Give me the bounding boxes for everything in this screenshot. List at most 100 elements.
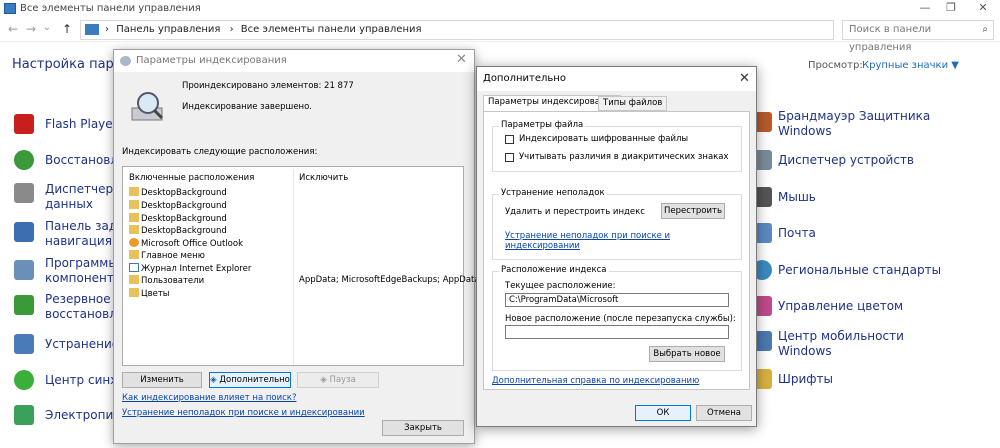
cp-item-programs[interactable]: Программы компоненты <box>45 256 123 286</box>
folder-icon <box>129 213 139 222</box>
search-icon[interactable]: ⌕ <box>982 21 988 39</box>
close-button[interactable]: Закрыть <box>382 420 464 436</box>
indexing-status: Индексирование завершено. <box>182 102 313 112</box>
file-settings-group: Параметры файла Индексировать шифрованны… <box>492 120 742 172</box>
folder-icon <box>129 187 139 196</box>
dialog-titlebar: Дополнительно <box>477 67 756 91</box>
new-location-field[interactable] <box>505 325 729 339</box>
advanced-button[interactable]: ◈ Дополнительно <box>209 372 291 388</box>
index-location-group: Расположение индекса Текущее расположени… <box>492 265 742 371</box>
close-icon[interactable]: ✕ <box>456 52 467 67</box>
current-location-field: C:\ProgramData\Microsoft <box>505 293 729 307</box>
col-header-exclude: Исключить <box>299 173 349 183</box>
group-label: Расположение индекса <box>499 265 609 275</box>
sync-center-icon <box>14 370 34 390</box>
list-item[interactable]: Microsoft Office Outlook <box>129 238 243 250</box>
breadcrumb-sep: › <box>229 24 234 35</box>
control-panel-icon <box>4 3 16 14</box>
diacritics-label: Учитывать различия в диакритических знак… <box>519 152 729 162</box>
rebuild-button[interactable]: Перестроить <box>661 203 725 219</box>
new-location-label: Новое расположение (после перезапуска сл… <box>505 314 736 324</box>
maximize-button[interactable]: ❐ <box>936 0 966 18</box>
folder-icon <box>129 275 139 284</box>
cp-item-fonts[interactable]: Шрифты <box>778 372 833 387</box>
recovery-icon <box>14 150 34 170</box>
column-divider <box>293 169 294 365</box>
forward-icon[interactable]: → <box>24 22 38 36</box>
troubleshoot-link[interactable]: Устранение неполадок при поиске и индекс… <box>122 408 365 418</box>
indexed-count: Проиндексировано элементов: 21 877 <box>182 81 354 91</box>
exclude-value: AppData; MicrosoftEdgeBackups; AppData <box>299 275 480 285</box>
recent-dropdown-icon[interactable]: ⌄ <box>40 22 54 33</box>
close-icon[interactable]: ✕ <box>739 71 750 86</box>
window-titlebar: Все элементы панели управления — ❐ ✕ <box>0 0 1000 18</box>
list-item[interactable]: Главное меню <box>129 250 205 262</box>
close-window-button[interactable]: ✕ <box>968 0 998 18</box>
current-location-label: Текущее расположение: <box>505 281 616 291</box>
programs-icon <box>14 260 34 280</box>
diacritics-checkbox[interactable] <box>505 153 514 162</box>
advanced-options-dialog: Дополнительно ✕ Параметры индексирования… <box>476 66 757 427</box>
search-input[interactable]: Поиск в панели управления ⌕ <box>842 20 994 53</box>
how-indexing-affects-link[interactable]: Как индексирование влияет на поиск? <box>122 393 296 403</box>
folder-icon <box>129 200 139 209</box>
modify-button[interactable]: Изменить <box>122 372 202 388</box>
list-item[interactable]: DesktopBackground <box>129 200 227 212</box>
history-icon <box>129 263 139 272</box>
select-new-button[interactable]: Выбрать новое <box>649 346 725 362</box>
back-icon[interactable]: ← <box>6 22 20 36</box>
ok-button[interactable]: ОК <box>635 405 691 421</box>
dialog-title: Дополнительно <box>483 73 566 84</box>
cancel-button[interactable]: Отмена <box>696 405 752 421</box>
troubleshooting-group: Устранение неполадок Удалить и перестрои… <box>492 188 742 260</box>
up-icon[interactable]: ↑ <box>60 22 74 36</box>
troubleshoot-link[interactable]: Устранение неполадок при поиске и индекси… <box>505 231 670 251</box>
breadcrumb-control-panel[interactable]: Панель управления <box>116 24 220 35</box>
folder-icon <box>129 288 139 297</box>
indexing-icon <box>120 56 131 66</box>
help-link[interactable]: Дополнительная справка по индексированию <box>492 376 699 386</box>
window-title: Все элементы панели управления <box>20 3 201 14</box>
dialog-title: Параметры индексирования <box>136 55 287 66</box>
flash-player-icon <box>14 114 34 134</box>
folder-icon <box>129 250 139 259</box>
pause-button[interactable]: ◈ Пауза <box>297 372 379 388</box>
power-options-icon <box>14 405 34 425</box>
locations-label: Индексировать следующие расположения: <box>122 147 318 157</box>
shield-icon: ◈ <box>210 375 217 385</box>
shield-icon: ◈ <box>320 375 327 385</box>
col-header-included: Включенные расположения <box>129 173 255 183</box>
cp-item-region[interactable]: Региональные стандарты <box>778 263 941 278</box>
list-item[interactable]: DesktopBackground <box>129 213 227 225</box>
control-panel-icon <box>85 24 99 35</box>
cp-item-color-management[interactable]: Управление цветом <box>778 299 903 314</box>
backup-icon <box>14 295 34 315</box>
breadcrumb-all-items[interactable]: Все элементы панели управления <box>241 24 422 35</box>
breadcrumb-sep: › <box>105 24 109 35</box>
list-item[interactable]: DesktopBackground <box>129 225 227 237</box>
view-mode-dropdown[interactable]: Крупные значки ▼ <box>862 60 959 71</box>
cp-item-firewall[interactable]: Брандмауэр Защитника Windows <box>778 109 930 139</box>
list-item[interactable]: Цветы <box>129 288 170 300</box>
taskbar-icon <box>14 222 34 242</box>
tab-file-types[interactable]: Типы файлов <box>598 96 668 111</box>
address-field[interactable]: › Панель управления › Все элементы панел… <box>80 20 834 40</box>
tab-panel: Параметры файла Индексировать шифрованны… <box>483 111 750 390</box>
outlook-icon <box>129 238 139 247</box>
encrypted-files-checkbox[interactable] <box>505 135 514 144</box>
list-item[interactable]: Пользователи <box>129 275 204 287</box>
troubleshooting-icon <box>14 334 34 354</box>
rebuild-label: Удалить и перестроить индекс <box>505 207 645 217</box>
group-label: Параметры файла <box>499 120 586 130</box>
cp-item-mail[interactable]: Почта <box>778 226 816 241</box>
group-label: Устранение неполадок <box>499 188 607 198</box>
dialog-titlebar: Параметры индексирования <box>114 50 474 72</box>
list-item[interactable]: Журнал Internet Explorer <box>129 263 251 275</box>
credential-manager-icon <box>14 183 34 203</box>
cp-item-device-manager[interactable]: Диспетчер устройств <box>778 153 914 168</box>
list-item[interactable]: DesktopBackground <box>129 187 227 199</box>
locations-list[interactable]: Включенные расположения Исключить Deskto… <box>122 166 480 366</box>
cp-item-mouse[interactable]: Мышь <box>778 190 816 205</box>
search-placeholder: Поиск в панели управления <box>849 24 932 53</box>
cp-item-mobility-center[interactable]: Центр мобильности Windows <box>778 329 904 359</box>
